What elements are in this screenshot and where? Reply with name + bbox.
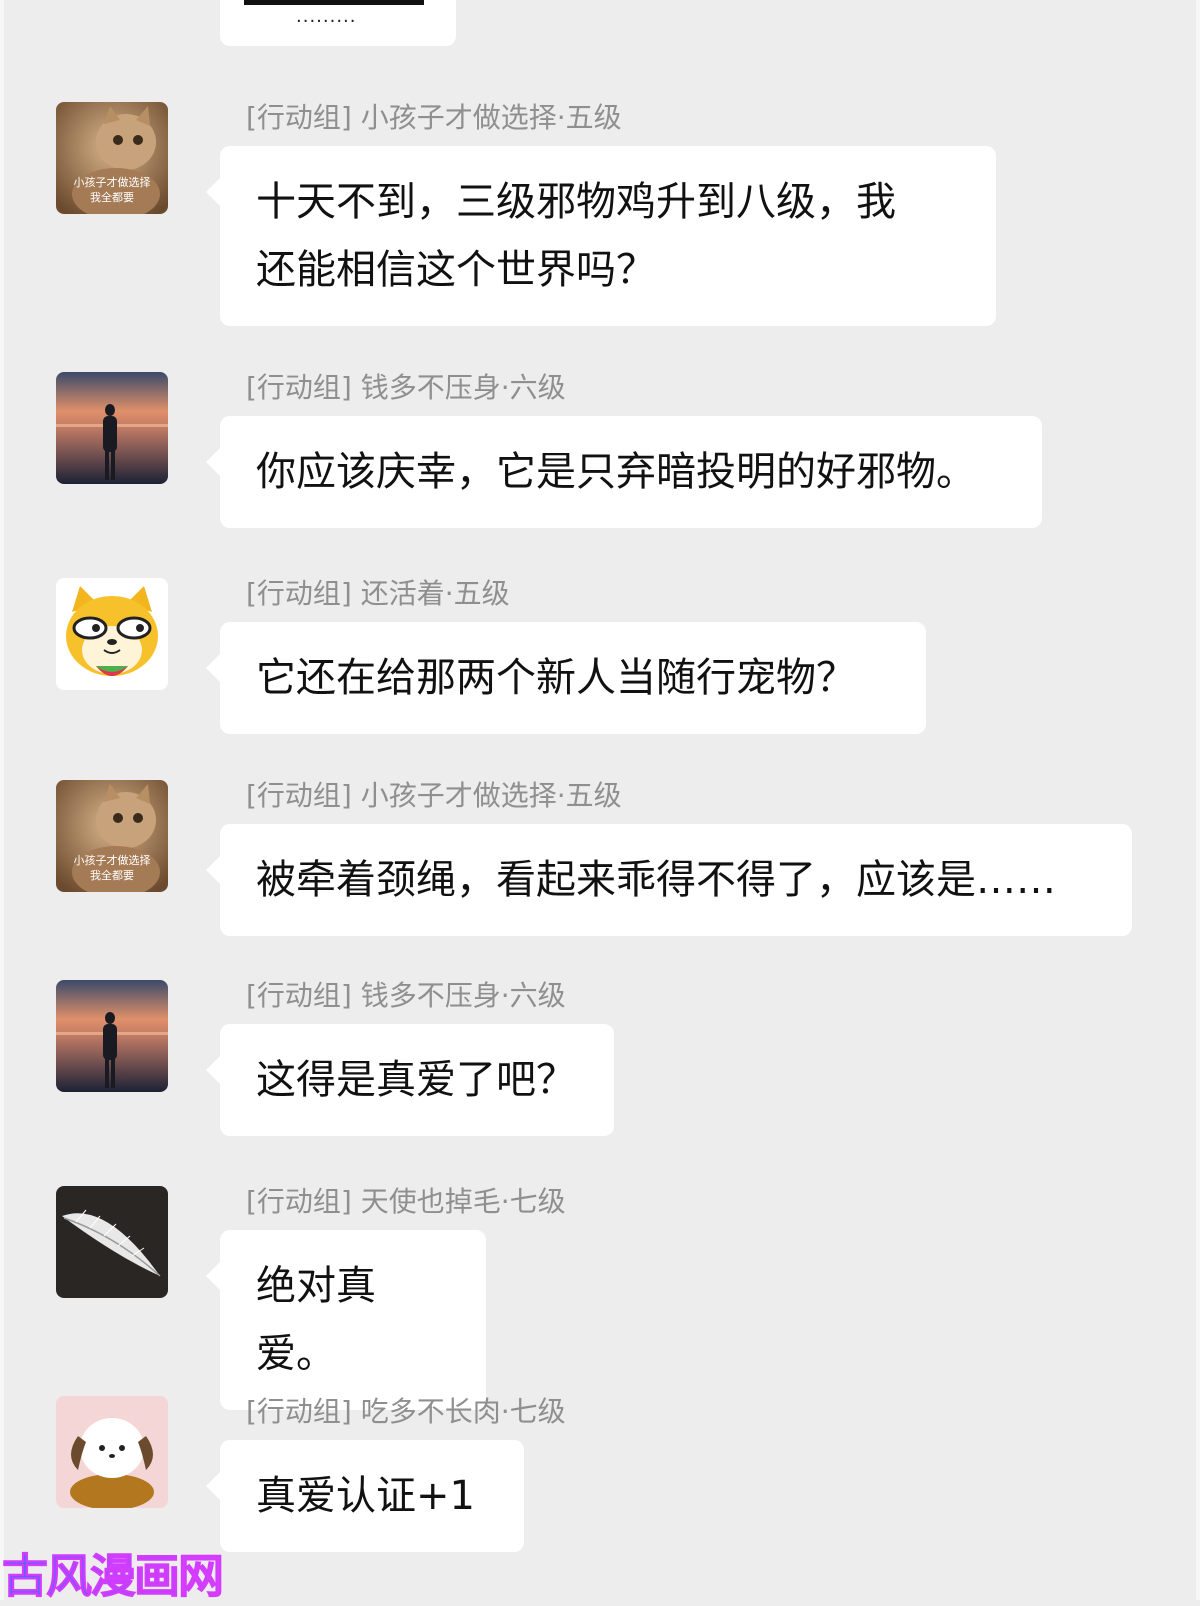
message-text: 这得是真爱了吧？ xyxy=(256,1057,576,1103)
image-fragment xyxy=(244,0,424,5)
svg-text:小孩子才做选择: 小孩子才做选择 xyxy=(74,853,151,867)
bubble-tail xyxy=(206,856,220,884)
message-bubble[interactable]: 十天不到，三级邪物鸡升到八级，我 还能相信这个世界吗？ xyxy=(206,146,996,326)
sender-name: [行动组] 小孩子才做选择·五级 xyxy=(246,779,622,812)
partial-message-bubble[interactable]: ......... xyxy=(220,0,456,46)
bubble-tail xyxy=(206,654,220,682)
message-bubble[interactable]: 绝对真爱。 xyxy=(206,1230,486,1410)
message-bubble[interactable]: 被牵着颈绳，看起来乖得不得了，应该是…… xyxy=(206,824,1132,936)
sunset-silhouette-avatar-icon[interactable] xyxy=(56,372,168,484)
bubble-tail xyxy=(206,448,220,476)
bubble-tail xyxy=(206,1262,220,1290)
svg-text:小孩子才做选择: 小孩子才做选择 xyxy=(74,175,151,189)
shiba-meme-avatar-icon[interactable] xyxy=(56,578,168,690)
svg-text:我全都要: 我全都要 xyxy=(90,868,134,882)
puppy-cake-avatar-icon[interactable] xyxy=(56,1396,168,1508)
sunset-silhouette-avatar-icon[interactable] xyxy=(56,980,168,1092)
sender-name: [行动组] 钱多不压身·六级 xyxy=(246,979,566,1012)
watermark-char: 网 xyxy=(178,1549,225,1604)
message-text: 你应该庆幸，它是只弃暗投明的好邪物。 xyxy=(256,449,976,495)
bubble-tail xyxy=(206,1056,220,1084)
message-text: 十天不到，三级邪物鸡升到八级，我 还能相信这个世界吗？ xyxy=(256,179,896,293)
sender-name: [行动组] 钱多不压身·六级 xyxy=(246,371,566,404)
svg-text:我全都要: 我全都要 xyxy=(90,190,134,204)
message-text: 真爱认证+1 xyxy=(256,1473,475,1519)
message-bubble[interactable]: 这得是真爱了吧？ xyxy=(206,1024,614,1136)
cat-avatar-icon[interactable]: 小孩子才做选择 我全都要 xyxy=(56,780,168,892)
sender-name: [行动组] 还活着·五级 xyxy=(246,577,510,610)
message-bubble[interactable]: 真爱认证+1 xyxy=(206,1440,524,1552)
feather-avatar-icon[interactable] xyxy=(56,1186,168,1298)
sender-name: [行动组] 吃多不长肉·七级 xyxy=(246,1395,566,1428)
cat-avatar-icon[interactable]: 小孩子才做选择 我全都要 xyxy=(56,102,168,214)
watermark-char: 风 xyxy=(46,1549,93,1604)
message-text: 绝对真爱。 xyxy=(256,1263,376,1377)
sender-name: [行动组] 天使也掉毛·七级 xyxy=(246,1185,566,1218)
message-bubble[interactable]: 它还在给那两个新人当随行宠物？ xyxy=(206,622,926,734)
sender-name: [行动组] 小孩子才做选择·五级 xyxy=(246,101,622,134)
message-bubble[interactable]: 你应该庆幸，它是只弃暗投明的好邪物。 xyxy=(206,416,1042,528)
watermark-char: 漫 xyxy=(90,1549,137,1604)
message-text: 它还在给那两个新人当随行宠物？ xyxy=(256,655,856,701)
watermark-char: 古 xyxy=(2,1549,49,1604)
bubble-tail xyxy=(206,178,220,206)
site-watermark: 古风漫画网 xyxy=(2,1540,225,1606)
right-edge xyxy=(1196,0,1200,1600)
left-edge xyxy=(0,0,4,1600)
message-text: 被牵着颈绳，看起来乖得不得了，应该是…… xyxy=(256,857,1056,903)
bubble-tail xyxy=(206,1472,220,1500)
partial-message-text: ......... xyxy=(296,6,357,27)
watermark-char: 画 xyxy=(134,1549,181,1604)
